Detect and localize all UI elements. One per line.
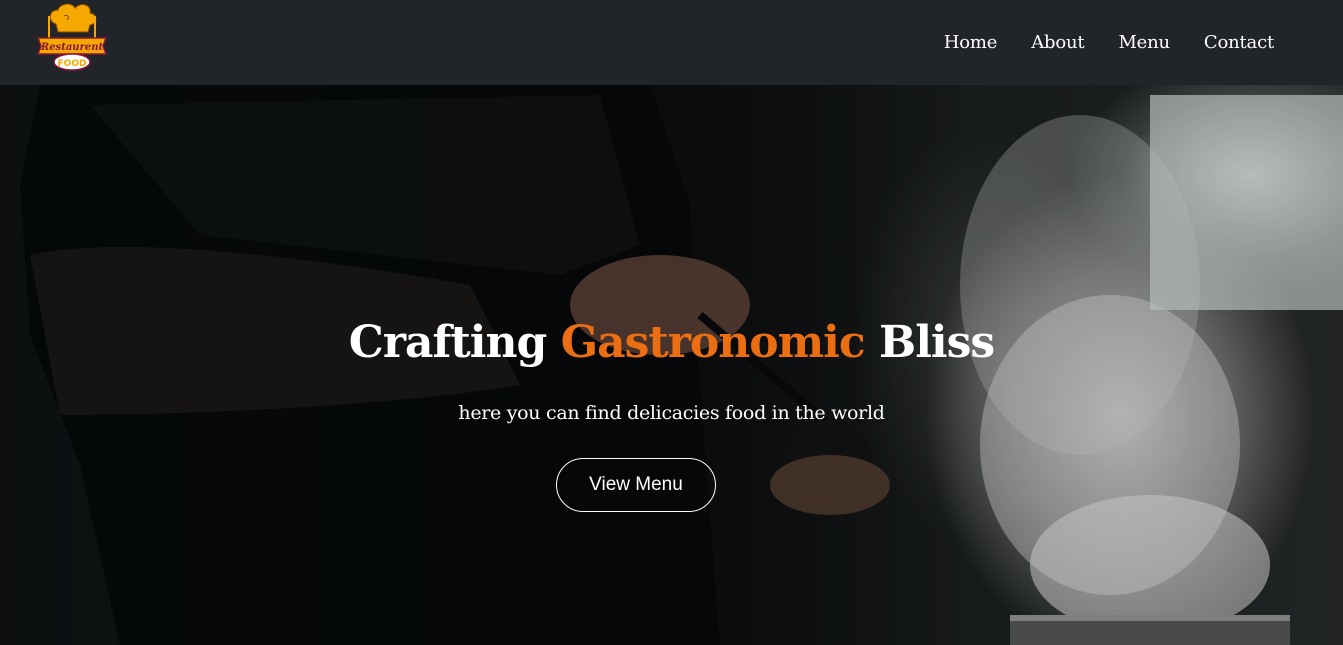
- nav-link-menu[interactable]: Menu: [1118, 32, 1170, 53]
- navbar: Restaurent FOOD Home About Menu Contact: [0, 0, 1343, 85]
- hero-subtitle: here you can find delicacies food in the…: [458, 402, 885, 424]
- nav-link-home[interactable]: Home: [944, 32, 998, 53]
- nav-link-contact[interactable]: Contact: [1204, 32, 1274, 53]
- nav-links: Home About Menu Contact: [944, 0, 1274, 85]
- brand-logo[interactable]: Restaurent FOOD: [34, 2, 110, 72]
- hero-title: Crafting Gastronomic Bliss: [0, 313, 1343, 373]
- hero-title-part1: Crafting: [348, 317, 547, 368]
- view-menu-button[interactable]: View Menu: [556, 458, 716, 512]
- chef-hat-logo-icon: Restaurent FOOD: [36, 3, 108, 71]
- hero-title-part2: Bliss: [879, 317, 995, 368]
- hero-section: Crafting Gastronomic Bliss here you can …: [0, 85, 1343, 645]
- nav-link-about[interactable]: About: [1031, 32, 1084, 53]
- logo-top-text: Restaurent: [40, 42, 104, 53]
- hero-content: Crafting Gastronomic Bliss here you can …: [0, 85, 1343, 645]
- hero-title-accent: Gastronomic: [560, 317, 866, 368]
- logo-bottom-text: FOOD: [58, 59, 87, 69]
